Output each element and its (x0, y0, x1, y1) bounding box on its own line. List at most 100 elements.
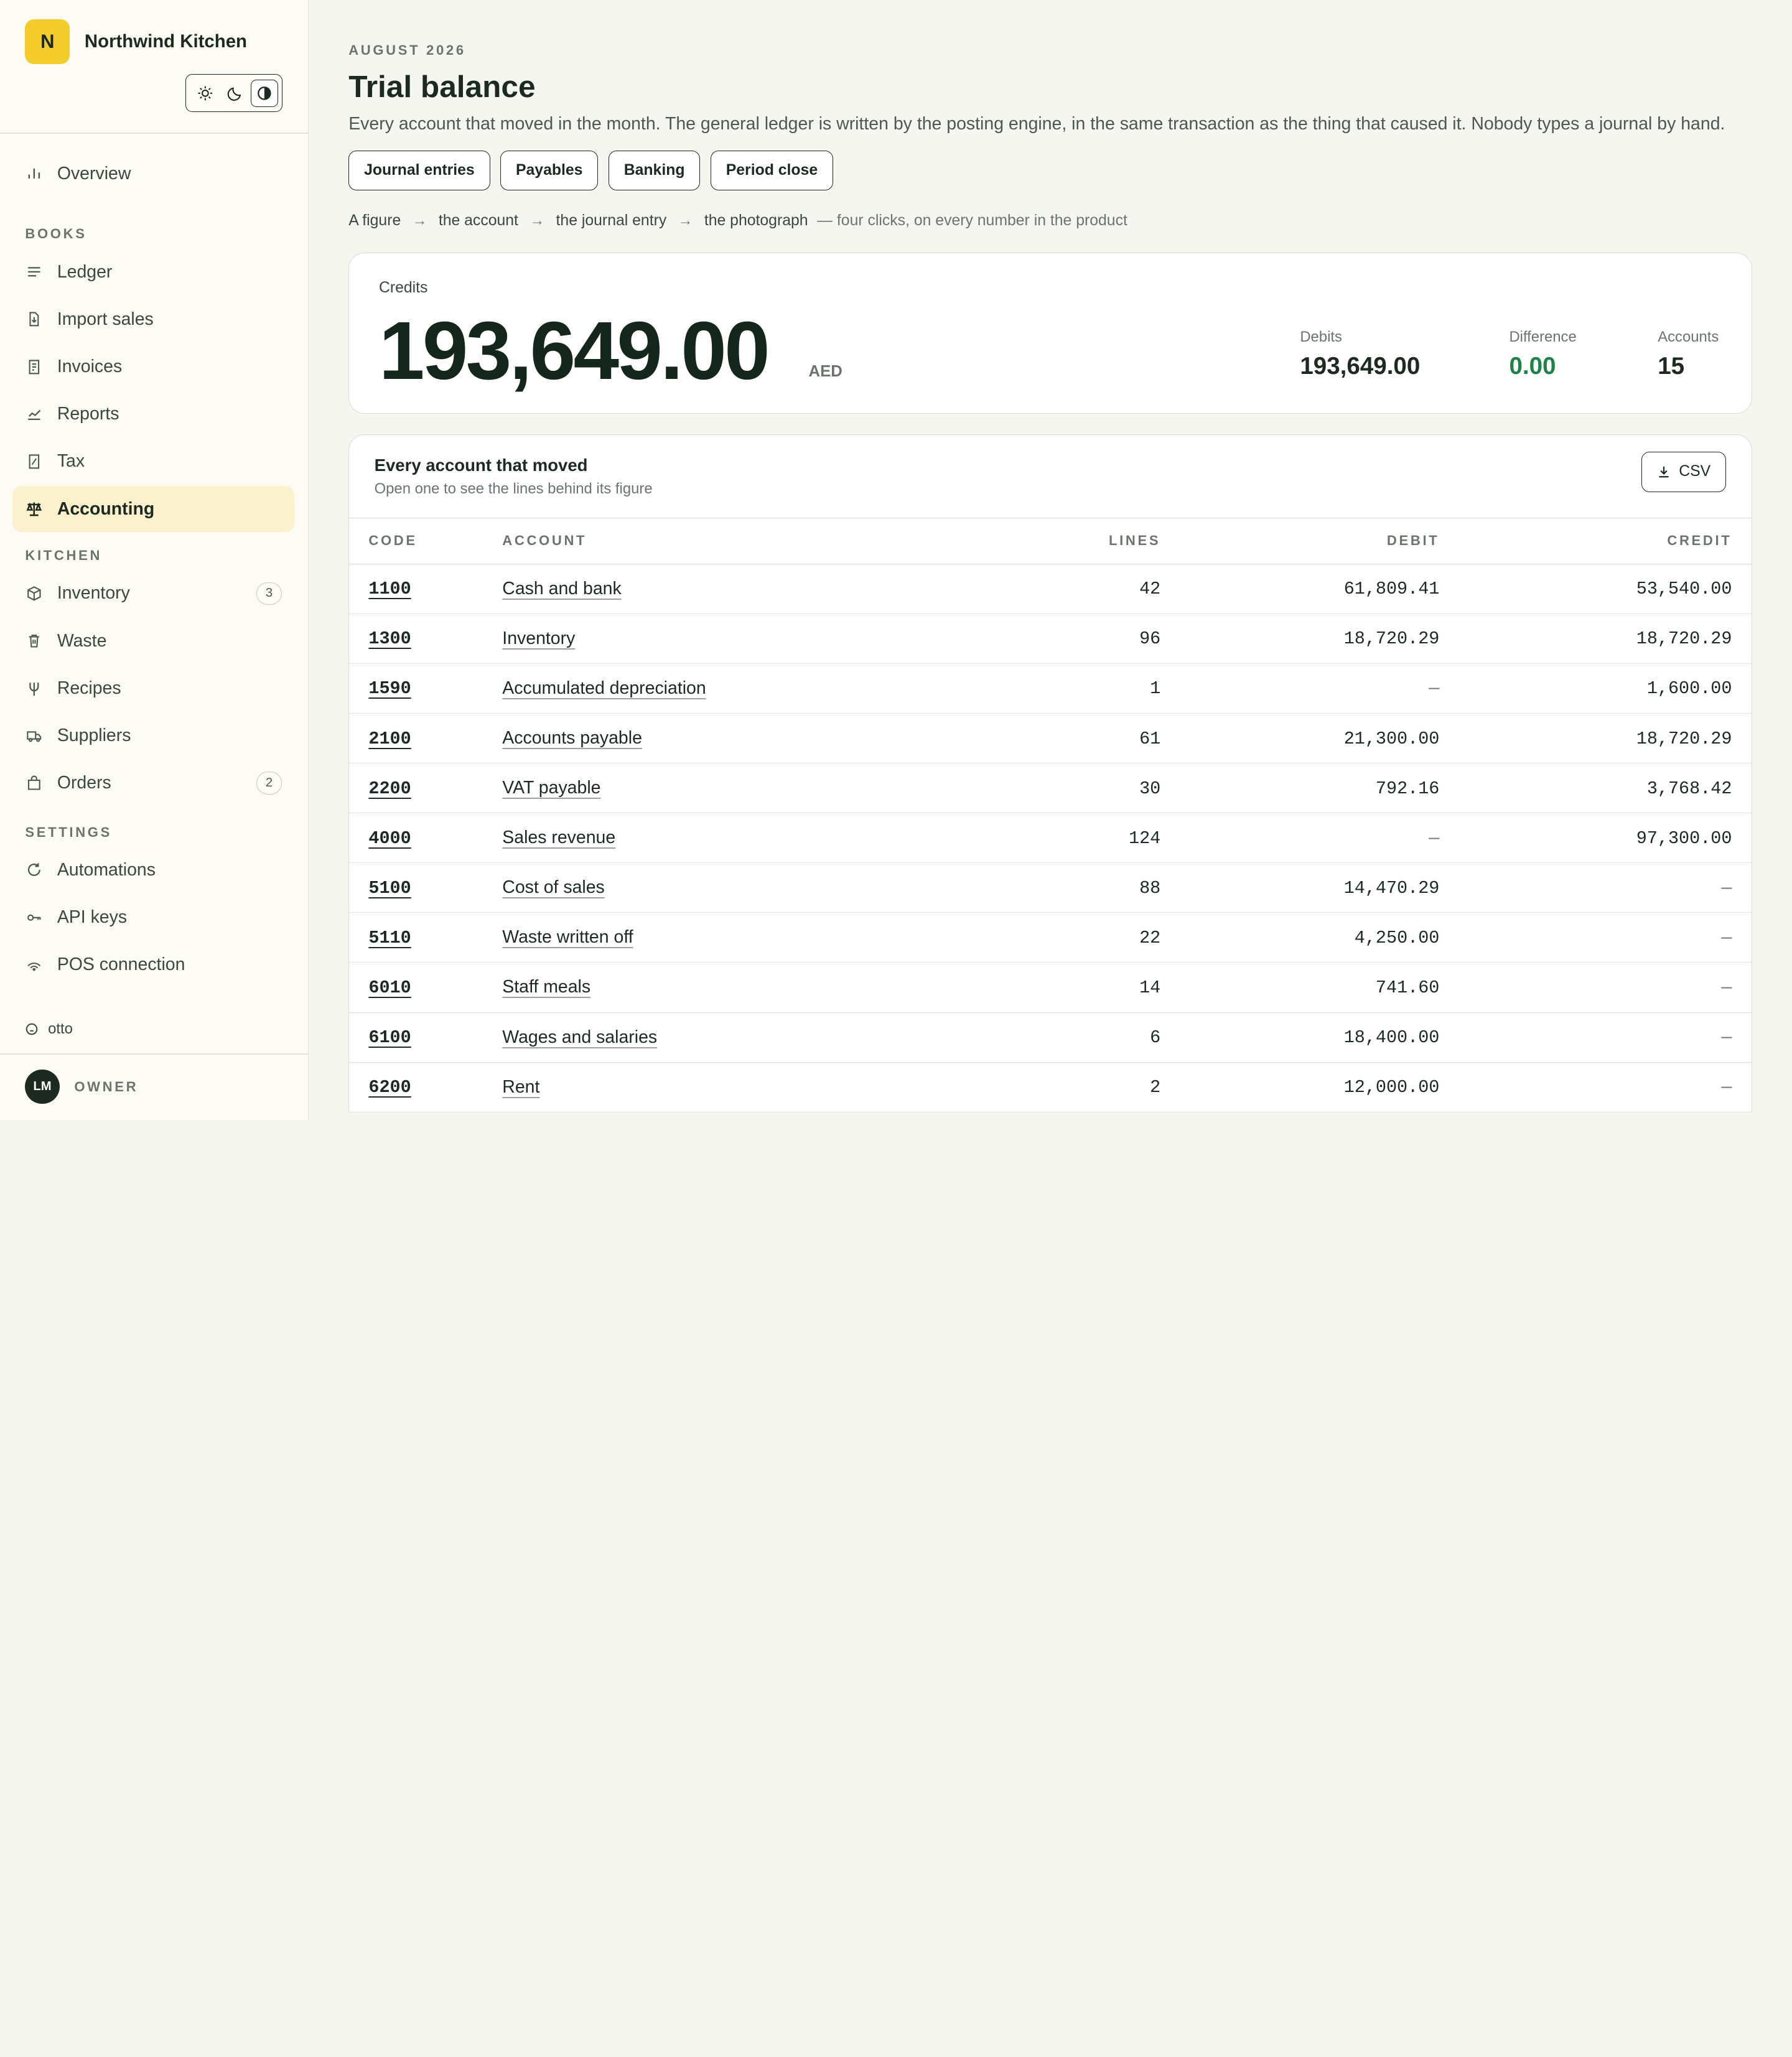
sidebar-item-ledger[interactable]: Ledger (12, 249, 294, 294)
account-code-link[interactable]: 6100 (368, 1027, 411, 1048)
line-count-cell: 1 (948, 663, 1161, 714)
sidebar-item-tax[interactable]: Tax (12, 439, 294, 484)
line-count: 14 (1139, 977, 1161, 998)
light-theme-button[interactable] (192, 80, 219, 107)
sidebar-item-orders[interactable]: Orders 2 (12, 760, 294, 806)
table-row[interactable]: 1590 Accumulated depreciation 1 — 1,600.00 (349, 663, 1752, 714)
sidebar-item-waste[interactable]: Waste (12, 618, 294, 663)
debit-amount-cell: 14,470.29 (1160, 862, 1440, 913)
column-header-account[interactable]: ACCOUNT (502, 518, 948, 564)
csv-export-button[interactable]: CSV (1641, 452, 1727, 492)
line-count: 22 (1139, 927, 1161, 948)
dark-theme-button[interactable] (221, 80, 248, 107)
table-row[interactable]: 6010 Staff meals 14 741.60 — (349, 962, 1752, 1013)
bag-icon (25, 774, 43, 792)
debit-amount-cell: 741.60 (1160, 962, 1440, 1013)
account-name-link[interactable]: Staff meals (502, 977, 590, 997)
table-row[interactable]: 6100 Wages and salaries 6 18,400.00 — (349, 1012, 1752, 1063)
account-name-link[interactable]: Inventory (502, 628, 575, 648)
table-row[interactable]: 1300 Inventory 96 18,720.29 18,720.29 (349, 613, 1752, 664)
drilldown-trail: A figure → the account → the journal ent… (348, 212, 1752, 230)
table-row[interactable]: 5110 Waste written off 22 4,250.00 — (349, 912, 1752, 963)
credit-amount: 97,300.00 (1636, 828, 1732, 849)
sidebar-item-accounting[interactable]: Accounting (12, 486, 294, 532)
table-header-row: CODE ACCOUNT LINES DEBIT CREDIT (349, 518, 1752, 564)
table-row[interactable]: 5100 Cost of sales 88 14,470.29 — (349, 862, 1752, 913)
account-code-link[interactable]: 6010 (368, 977, 411, 998)
sidebar-footer-divider (0, 1053, 308, 1055)
line-count-cell: 30 (948, 763, 1161, 814)
otto-link[interactable]: otto (25, 1020, 73, 1038)
inventory-count-badge: 3 (256, 582, 282, 605)
table-row[interactable]: 2100 Accounts payable 61 21,300.00 18,720.29 (349, 713, 1752, 764)
sidebar-item-invoices[interactable]: Invoices (12, 344, 294, 389)
account-code-link[interactable]: 1300 (368, 628, 411, 649)
table-row[interactable]: 1100 Cash and bank 42 61,809.41 53,540.00 (349, 564, 1752, 614)
sidebar-item-automations[interactable]: Automations (12, 847, 294, 893)
sidebar-item-import-sales[interactable]: Import sales (12, 297, 294, 342)
main-content: AUGUST 2026 Trial balance Every account … (309, 0, 1792, 1120)
bar-chart-icon (25, 164, 43, 182)
account-code-link[interactable]: 4000 (368, 828, 411, 849)
orders-count-badge: 2 (256, 772, 282, 795)
debit-amount: 741.60 (1375, 977, 1440, 998)
line-count: 61 (1139, 728, 1161, 749)
sidebar-item-overview[interactable]: Overview (12, 151, 294, 196)
account-code-link[interactable]: 1590 (368, 678, 411, 699)
payables-button[interactable]: Payables (500, 150, 599, 191)
account-code-link-cell: 1590 (349, 663, 503, 714)
receipt-icon (25, 358, 43, 376)
sidebar-item-api-keys[interactable]: API keys (12, 895, 294, 940)
auto-theme-button[interactable] (251, 79, 279, 107)
account-name-link[interactable]: Rent (502, 1077, 539, 1097)
table-row[interactable]: 6200 Rent 2 12,000.00 — (349, 1062, 1752, 1112)
sidebar-item-inventory[interactable]: Inventory 3 (12, 571, 294, 616)
account-code-link[interactable]: 1100 (368, 579, 411, 599)
account-name-link[interactable]: Waste written off (502, 927, 633, 947)
table-row[interactable]: 4000 Sales revenue 124 — 97,300.00 (349, 813, 1752, 864)
account-name-link[interactable]: Accounts payable (502, 728, 642, 748)
banking-button[interactable]: Banking (608, 150, 701, 191)
user-role: OWNER (74, 1078, 139, 1094)
column-header-code[interactable]: CODE (349, 518, 503, 564)
csv-label: CSV (1679, 463, 1711, 480)
brand-name: Northwind Kitchen (84, 31, 247, 52)
column-header-lines[interactable]: LINES (948, 518, 1161, 564)
debit-amount: 792.16 (1375, 778, 1440, 799)
account-name-link[interactable]: Wages and salaries (502, 1027, 657, 1047)
account-code-link[interactable]: 6200 (368, 1077, 411, 1098)
table-card-header: Every account that moved Open one to see… (349, 435, 1752, 518)
account-name-link[interactable]: VAT payable (502, 778, 600, 798)
debit-amount: 14,470.29 (1343, 877, 1440, 898)
account-name-link[interactable]: Cost of sales (502, 877, 604, 897)
currency-label: AED (808, 363, 842, 381)
account-name-link[interactable]: Sales revenue (502, 828, 615, 847)
account-name-link[interactable]: Accumulated depreciation (502, 678, 706, 698)
difference-total: 0.00 (1509, 352, 1556, 380)
account-code-link-cell: 6100 (349, 1012, 503, 1063)
column-header-credit[interactable]: CREDIT (1439, 518, 1752, 564)
period-close-button[interactable]: Period close (710, 150, 833, 191)
line-count-cell: 2 (948, 1062, 1161, 1112)
account-code-link[interactable]: 5110 (368, 928, 411, 948)
account-code-link[interactable]: 2200 (368, 778, 411, 799)
column-header-debit[interactable]: DEBIT (1160, 518, 1440, 564)
line-count-cell: 61 (948, 713, 1161, 764)
sidebar-item-recipes[interactable]: Recipes (12, 666, 294, 711)
credit-amount-cell: 18,720.29 (1439, 713, 1752, 764)
account-code-link-cell: 4000 (349, 813, 503, 864)
sidebar-item-reports[interactable]: Reports (12, 391, 294, 437)
user-menu[interactable]: LM OWNER (25, 1070, 138, 1104)
related-links: Journal entries Payables Banking Period … (348, 150, 1752, 191)
line-count-cell: 14 (948, 962, 1161, 1013)
line-count-cell: 22 (948, 912, 1161, 963)
account-name-link[interactable]: Cash and bank (502, 579, 621, 599)
sidebar-item-pos-connection[interactable]: POS connection (12, 942, 294, 987)
sidebar-item-label: Suppliers (57, 725, 131, 746)
table-row[interactable]: 2200 VAT payable 30 792.16 3,768.42 (349, 763, 1752, 814)
brand[interactable]: N Northwind Kitchen (0, 0, 308, 64)
account-code-link[interactable]: 2100 (368, 729, 411, 749)
account-code-link[interactable]: 5100 (368, 878, 411, 898)
sidebar-item-suppliers[interactable]: Suppliers (12, 713, 294, 758)
journal-entries-button[interactable]: Journal entries (348, 150, 490, 191)
